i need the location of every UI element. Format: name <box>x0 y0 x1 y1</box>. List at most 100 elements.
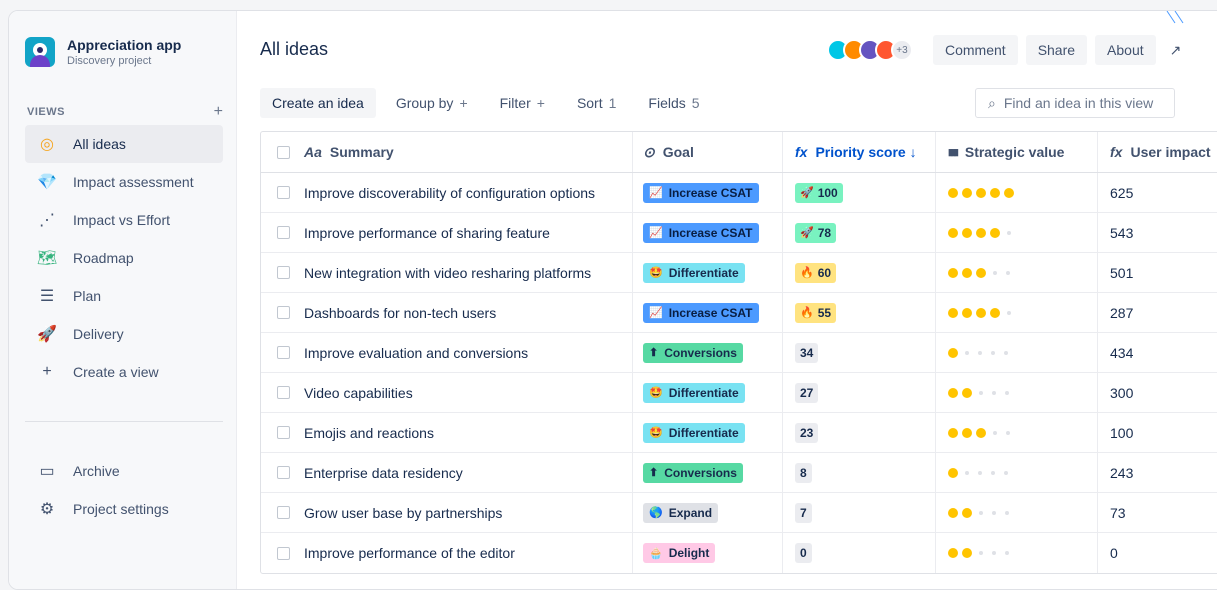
sidebar-item-create-a-view[interactable]: + Create a view <box>25 353 223 391</box>
priority-cell[interactable]: 8 <box>783 453 936 492</box>
strategic-cell[interactable] <box>936 293 1098 332</box>
impact-cell[interactable]: 543 <box>1098 213 1217 252</box>
row-checkbox[interactable] <box>277 306 290 319</box>
row-checkbox[interactable] <box>277 466 290 479</box>
strategic-cell[interactable] <box>936 173 1098 212</box>
impact-cell[interactable]: 243 <box>1098 453 1217 492</box>
summary-cell[interactable]: Grow user base by partnerships <box>261 493 633 532</box>
impact-column-header[interactable]: fx User impact <box>1098 132 1217 172</box>
summary-cell[interactable]: Improve discoverability of configuration… <box>261 173 633 212</box>
goal-cell[interactable]: 🧁 Delight <box>633 533 783 573</box>
idea-summary[interactable]: Improve discoverability of configuration… <box>304 185 595 201</box>
summary-cell[interactable]: Dashboards for non-tech users <box>261 293 633 332</box>
priority-column-header[interactable]: fx Priority score ↓ <box>783 132 936 172</box>
table-row[interactable]: Improve performance of sharing feature 📈 I… <box>261 213 1217 253</box>
more-users-badge[interactable]: +3 <box>891 39 913 61</box>
goal-cell[interactable]: 📈 Increase CSAT <box>633 213 783 252</box>
strategic-cell[interactable] <box>936 453 1098 492</box>
strategic-column-header[interactable]: ▮▮▮ Strategic value <box>936 132 1098 172</box>
goal-cell[interactable]: 📈 Increase CSAT <box>633 293 783 332</box>
table-row[interactable]: Grow user base by partnerships 🌎 Expand 7 73 <box>261 493 1217 533</box>
summary-cell[interactable]: Enterprise data residency <box>261 453 633 492</box>
row-checkbox[interactable] <box>277 266 290 279</box>
filter-button[interactable]: Filter + <box>488 88 557 118</box>
strategic-cell[interactable] <box>936 493 1098 532</box>
idea-summary[interactable]: Improve performance of the editor <box>304 545 515 561</box>
create-idea-button[interactable]: Create an idea <box>260 88 376 118</box>
priority-cell[interactable]: 🚀 78 <box>783 213 936 252</box>
sidebar-item-all-ideas[interactable]: ◎ All ideas <box>25 125 223 163</box>
idea-summary[interactable]: Improve evaluation and conversions <box>304 345 528 361</box>
sidebar-item-impact-vs-effort[interactable]: ⋰ Impact vs Effort <box>25 201 223 239</box>
summary-cell[interactable]: Emojis and reactions <box>261 413 633 452</box>
strategic-cell[interactable] <box>936 533 1098 573</box>
sort-button[interactable]: Sort 1 <box>565 88 628 118</box>
table-row[interactable]: New integration with video resharing pla… <box>261 253 1217 293</box>
add-view-icon[interactable]: + <box>214 103 223 121</box>
row-checkbox[interactable] <box>277 546 290 560</box>
row-checkbox[interactable] <box>277 346 290 359</box>
sidebar-item-archive[interactable]: ▭ Archive <box>25 452 223 490</box>
row-checkbox[interactable] <box>277 426 290 439</box>
search-box[interactable]: ⌕ <box>975 88 1175 118</box>
sidebar-item-delivery[interactable]: 🚀 Delivery <box>25 315 223 353</box>
impact-cell[interactable]: 100 <box>1098 413 1217 452</box>
priority-cell[interactable]: 🔥 60 <box>783 253 936 292</box>
fields-button[interactable]: Fields 5 <box>636 88 711 118</box>
sidebar-item-impact-assessment[interactable]: 💎 Impact assessment <box>25 163 223 201</box>
idea-summary[interactable]: Enterprise data residency <box>304 465 463 481</box>
goal-cell[interactable]: ⬆ Conversions <box>633 333 783 372</box>
project-header[interactable]: Appreciation app Discovery project <box>25 37 181 67</box>
impact-cell[interactable]: 625 <box>1098 173 1217 212</box>
sidebar-item-plan[interactable]: ☰ Plan <box>25 277 223 315</box>
summary-cell[interactable]: Improve performance of sharing feature <box>261 213 633 252</box>
summary-cell[interactable]: New integration with video resharing pla… <box>261 253 633 292</box>
strategic-cell[interactable] <box>936 373 1098 412</box>
goal-cell[interactable]: 🤩 Differentiate <box>633 253 783 292</box>
summary-cell[interactable]: Improve evaluation and conversions <box>261 333 633 372</box>
idea-summary[interactable]: New integration with video resharing pla… <box>304 265 591 281</box>
table-row[interactable]: Improve performance of the editor 🧁 Deligh… <box>261 533 1217 573</box>
table-row[interactable]: Emojis and reactions 🤩 Differentiate 23 100 <box>261 413 1217 453</box>
row-checkbox[interactable] <box>277 386 290 399</box>
priority-cell[interactable]: 7 <box>783 493 936 532</box>
idea-summary[interactable]: Emojis and reactions <box>304 425 434 441</box>
strategic-cell[interactable] <box>936 213 1098 252</box>
table-row[interactable]: Improve discoverability of configuration… <box>261 173 1217 213</box>
idea-summary[interactable]: Improve performance of sharing feature <box>304 225 550 241</box>
strategic-cell[interactable] <box>936 333 1098 372</box>
priority-cell[interactable]: 0 <box>783 533 936 573</box>
summary-column-header[interactable]: Aa Summary <box>261 132 633 172</box>
idea-summary[interactable]: Video capabilities <box>304 385 413 401</box>
goal-cell[interactable]: ⬆ Conversions <box>633 453 783 492</box>
impact-cell[interactable]: 300 <box>1098 373 1217 412</box>
priority-cell[interactable]: 23 <box>783 413 936 452</box>
group-by-button[interactable]: Group by + <box>384 88 480 118</box>
impact-cell[interactable]: 0 <box>1098 533 1217 573</box>
select-all-checkbox[interactable] <box>277 145 290 159</box>
about-button[interactable]: About <box>1095 35 1156 65</box>
idea-summary[interactable]: Grow user base by partnerships <box>304 505 502 521</box>
impact-cell[interactable]: 287 <box>1098 293 1217 332</box>
search-input[interactable] <box>1003 95 1164 111</box>
strategic-cell[interactable] <box>936 413 1098 452</box>
table-row[interactable]: Improve evaluation and conversions ⬆ Conve… <box>261 333 1217 373</box>
goal-cell[interactable]: 🤩 Differentiate <box>633 413 783 452</box>
impact-cell[interactable]: 73 <box>1098 493 1217 532</box>
summary-cell[interactable]: Improve performance of the editor <box>261 533 633 573</box>
table-row[interactable]: Enterprise data residency ⬆ Conversions 8 24… <box>261 453 1217 493</box>
sidebar-item-roadmap[interactable]: 🗺 Roadmap <box>25 239 223 277</box>
goal-column-header[interactable]: ⊙ Goal <box>633 132 783 172</box>
row-checkbox[interactable] <box>277 226 290 239</box>
idea-summary[interactable]: Dashboards for non-tech users <box>304 305 496 321</box>
priority-cell[interactable]: 🚀 100 <box>783 173 936 212</box>
collaborators[interactable]: +3 <box>827 39 913 61</box>
row-checkbox[interactable] <box>277 186 290 199</box>
priority-cell[interactable]: 34 <box>783 333 936 372</box>
goal-cell[interactable]: 📈 Increase CSAT <box>633 173 783 212</box>
table-row[interactable]: Dashboards for non-tech users 📈 Increase C… <box>261 293 1217 333</box>
goal-cell[interactable]: 🤩 Differentiate <box>633 373 783 412</box>
impact-cell[interactable]: 434 <box>1098 333 1217 372</box>
summary-cell[interactable]: Video capabilities <box>261 373 633 412</box>
row-checkbox[interactable] <box>277 506 290 519</box>
